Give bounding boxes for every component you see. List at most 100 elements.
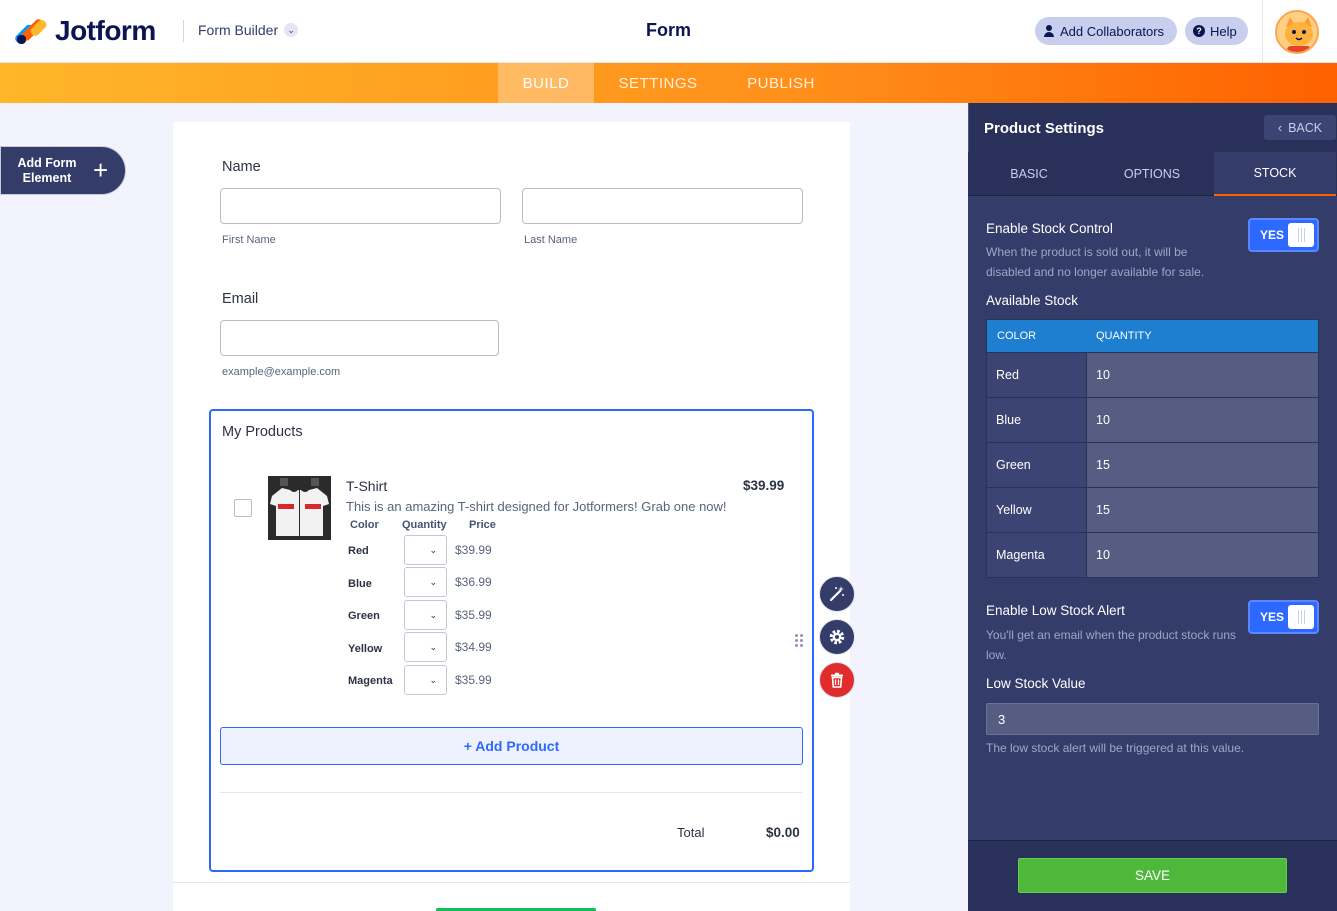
quantity-select-yellow[interactable]: ⌄ [404, 632, 447, 662]
option-header-price: Price [469, 519, 496, 531]
chevron-down-icon: ⌄ [429, 674, 437, 685]
stock-header-color: COLOR [997, 330, 1037, 342]
table-row: Red 10 [987, 352, 1318, 397]
toggle-knob [1288, 223, 1314, 247]
low-stock-toggle-label: YES [1260, 610, 1285, 624]
stock-color-cell: Blue [987, 398, 1086, 442]
chevron-down-icon: ⌄ [429, 576, 437, 587]
chevron-down-icon: ⌄ [429, 641, 437, 652]
stock-color-cell: Magenta [987, 533, 1086, 577]
option-color-yellow: Yellow [348, 643, 383, 655]
first-name-sublabel: First Name [222, 234, 276, 246]
chevron-down-icon: ⌄ [284, 23, 299, 37]
add-collaborators-button[interactable]: Add Collaborators [1035, 17, 1177, 45]
total-divider [220, 792, 803, 793]
product-name: T-Shirt [346, 478, 388, 494]
back-button[interactable]: ‹ BACK [1264, 115, 1336, 140]
chevron-left-icon: ‹ [1277, 120, 1283, 135]
stock-control-description: When the product is sold out, it will be… [986, 245, 1205, 279]
avatar-divider [1262, 0, 1263, 63]
field-settings-button[interactable] [819, 619, 855, 655]
jotform-logo-icon [13, 17, 49, 45]
magic-wand-icon [829, 586, 844, 602]
table-row: Magenta 10 [987, 532, 1318, 577]
total-label: Total [677, 825, 705, 840]
delete-field-button[interactable] [819, 662, 855, 698]
low-stock-value-label: Low Stock Value [986, 676, 1086, 691]
chevron-down-icon: ⌄ [429, 544, 437, 555]
question-icon: ? [1193, 25, 1205, 37]
tab-stock[interactable]: STOCK [1214, 152, 1336, 196]
product-image [268, 476, 331, 540]
stock-table-header: COLOR QUANTITY [987, 320, 1318, 352]
tab-basic[interactable]: BASIC [968, 152, 1090, 196]
option-color-blue: Blue [348, 578, 372, 590]
tshirt-image-icon [268, 476, 331, 540]
toggle-knob [1288, 605, 1314, 629]
first-name-input[interactable] [220, 188, 501, 224]
stock-quantity-input[interactable]: 10 [1086, 398, 1318, 442]
tab-publish[interactable]: PUBLISH [732, 63, 830, 103]
option-price-green: $35.99 [455, 608, 492, 622]
stock-quantity-input[interactable]: 15 [1086, 488, 1318, 532]
option-price-blue: $36.99 [455, 575, 492, 589]
drag-handle-icon[interactable] [795, 634, 803, 648]
low-stock-alert-description: You'll get an email when the product sto… [986, 628, 1236, 662]
header-divider [183, 20, 184, 42]
form-builder-label: Form Builder [198, 22, 279, 38]
option-price-red: $39.99 [455, 543, 492, 557]
option-price-magenta: $35.99 [455, 673, 492, 687]
save-button[interactable]: SAVE [1018, 858, 1287, 893]
builder-nav: BUILD SETTINGS PUBLISH [0, 63, 1337, 103]
option-header-quantity: Quantity [402, 519, 447, 531]
stock-color-cell: Yellow [987, 488, 1086, 532]
email-input[interactable] [220, 320, 499, 356]
chevron-down-icon: ⌄ [429, 609, 437, 620]
stock-color-cell: Green [987, 443, 1086, 487]
last-name-sublabel: Last Name [524, 234, 578, 246]
tab-settings[interactable]: SETTINGS [604, 63, 712, 103]
help-button[interactable]: ? Help [1185, 17, 1248, 45]
product-checkbox[interactable] [234, 499, 252, 517]
magic-wand-button[interactable] [819, 576, 855, 612]
low-stock-alert-toggle[interactable]: YES [1248, 600, 1319, 634]
stock-quantity-input[interactable]: 10 [1086, 353, 1318, 397]
quantity-select-red[interactable]: ⌄ [404, 535, 447, 565]
logo-text: Jotform [55, 15, 156, 46]
help-label: Help [1210, 23, 1237, 39]
jotform-logo[interactable]: Jotform [13, 15, 156, 47]
products-label: My Products [222, 424, 303, 440]
stock-quantity-input[interactable]: 15 [1086, 443, 1318, 487]
tab-build[interactable]: BUILD [498, 63, 594, 103]
table-row: Blue 10 [987, 397, 1318, 442]
quantity-select-green[interactable]: ⌄ [404, 600, 447, 630]
trash-icon [831, 672, 843, 688]
stock-control-toggle[interactable]: YES [1248, 218, 1319, 252]
option-price-yellow: $34.99 [455, 640, 492, 654]
option-header-color: Color [350, 519, 379, 531]
available-stock-label: Available Stock [986, 293, 1079, 308]
add-product-button[interactable]: + Add Product [220, 727, 803, 765]
stock-header-quantity: QUANTITY [1096, 330, 1152, 342]
add-form-element-button[interactable]: Add Form Element + [0, 146, 126, 195]
product-price: $39.99 [743, 478, 785, 493]
plus-icon: + [93, 155, 109, 185]
table-row: Yellow 15 [987, 487, 1318, 532]
quantity-select-blue[interactable]: ⌄ [404, 567, 447, 597]
add-form-element-label: Add Form Element [17, 155, 77, 185]
total-value: $0.00 [766, 825, 800, 840]
user-avatar[interactable] [1275, 10, 1319, 54]
last-name-input[interactable] [522, 188, 803, 224]
tab-options[interactable]: OPTIONS [1091, 152, 1213, 196]
panel-title: Product Settings [984, 120, 1105, 137]
quantity-select-magenta[interactable]: ⌄ [404, 665, 447, 695]
option-color-green: Green [348, 610, 380, 622]
table-row: Green 15 [987, 442, 1318, 487]
low-stock-value-input[interactable]: 3 [986, 703, 1319, 735]
user-icon [1043, 25, 1055, 37]
stock-quantity-input[interactable]: 10 [1086, 533, 1318, 577]
form-builder-dropdown[interactable]: Form Builder ⌄ [198, 22, 299, 38]
stock-color-cell: Red [987, 353, 1086, 397]
email-sublabel: example@example.com [222, 366, 341, 378]
top-header: Jotform Form Builder ⌄ Form Add Collabor… [0, 0, 1337, 63]
